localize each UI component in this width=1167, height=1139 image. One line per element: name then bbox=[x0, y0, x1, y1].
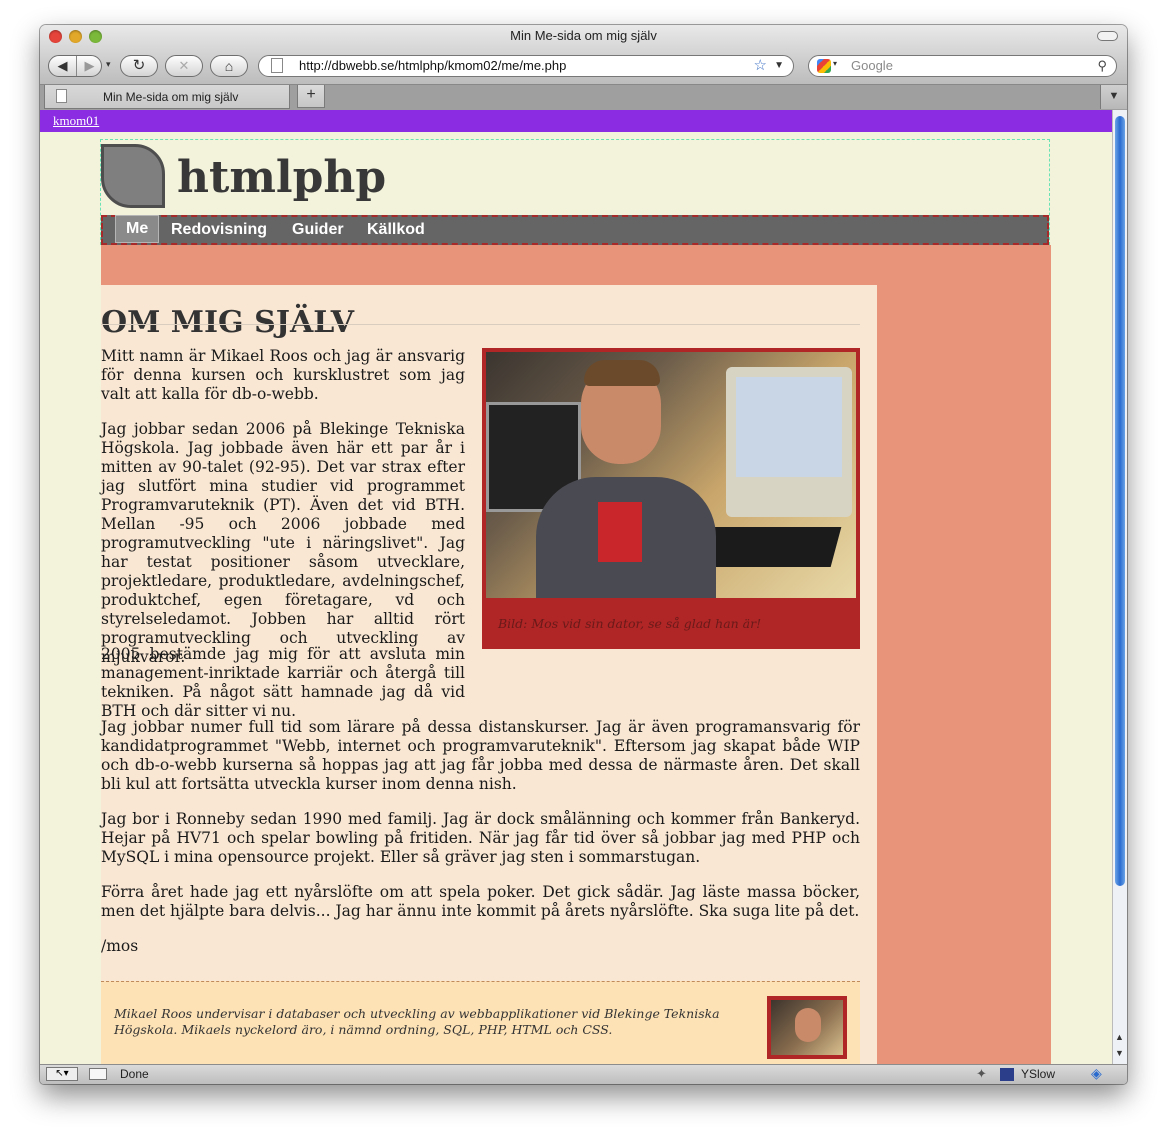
window-title: Min Me-sida om mig själv bbox=[510, 28, 657, 43]
paragraph-new-year: Förra året hade jag ett nyårslöfte om at… bbox=[101, 883, 860, 920]
status-panel-icon[interactable] bbox=[89, 1068, 107, 1080]
magnifier-icon[interactable]: ⚲ bbox=[1097, 56, 1107, 76]
tab-list-icon[interactable]: ▼ bbox=[1100, 85, 1127, 109]
url-bar[interactable]: http://dbwebb.se/htmlphp/kmom02/me/me.ph… bbox=[258, 55, 794, 77]
status-addon-icon[interactable]: ✦ bbox=[976, 1066, 987, 1082]
yslow-label[interactable]: YSlow bbox=[1021, 1067, 1055, 1081]
scrollbar-thumb[interactable] bbox=[1115, 116, 1125, 886]
status-bar: ↖▾ Done ✦ YSlow ◈ bbox=[40, 1064, 1127, 1084]
status-text: Done bbox=[120, 1067, 149, 1081]
search-engine-dropdown-icon[interactable]: ▾ bbox=[833, 59, 837, 68]
paragraph-intro: Mitt namn är Mikael Roos och jag är ansv… bbox=[101, 347, 465, 403]
photo-monitor-right bbox=[726, 367, 852, 517]
byline-text: Mikael Roos undervisar i databaser och u… bbox=[114, 1006, 720, 1037]
status-arrow-icon[interactable]: ↖▾ bbox=[46, 1067, 78, 1081]
tab-active[interactable]: Min Me-sida om mig själv bbox=[44, 85, 290, 109]
figure-caption: Bild: Mos vid sin dator, se så glad han … bbox=[498, 616, 762, 631]
history-dropdown-icon[interactable]: ▾ bbox=[106, 59, 111, 70]
vertical-scrollbar[interactable]: ▲ ▼ bbox=[1112, 110, 1127, 1064]
forward-icon: ▶ bbox=[84, 58, 95, 73]
article: OM MIG SJÄLV Bild: Mos vid sin dator, se… bbox=[101, 285, 877, 1064]
browser-titlebar: Min Me-sida om mig själv ◀ ▶ ▾ ↻ ✕ ⌂ htt… bbox=[40, 25, 1127, 110]
main-nav: Me Redovisning Guider Källkod bbox=[101, 215, 1049, 245]
page-viewport: kmom01 htmlphp Me Redovisning Guider Käl… bbox=[40, 110, 1112, 1064]
home-icon: ⌂ bbox=[224, 58, 234, 74]
tab-bar: Min Me-sida om mig själv + ▼ bbox=[40, 84, 1127, 110]
google-icon[interactable] bbox=[817, 59, 831, 73]
page-title: OM MIG SJÄLV bbox=[101, 305, 355, 341]
byline-photo-face bbox=[795, 1008, 821, 1042]
kmom-link[interactable]: kmom01 bbox=[53, 113, 99, 129]
profile-photo bbox=[486, 352, 856, 598]
stop-button[interactable]: ✕ bbox=[165, 55, 203, 77]
reload-icon: ↻ bbox=[132, 57, 146, 74]
back-forward-buttons: ◀ ▶ bbox=[48, 55, 102, 77]
stop-icon: ✕ bbox=[178, 58, 190, 73]
nav-item-kallkod[interactable]: Källkod bbox=[357, 217, 435, 243]
photo-monitor-screen bbox=[736, 377, 842, 477]
site-header: htmlphp Me Redovisning Guider Källkod bbox=[100, 139, 1050, 245]
nav-item-redovisning[interactable]: Redovisning bbox=[161, 217, 277, 243]
paragraph-career: Jag jobbar sedan 2006 på Blekinge Teknis… bbox=[101, 420, 465, 666]
paragraph-signature: /mos bbox=[101, 937, 139, 955]
profile-figure: Bild: Mos vid sin dator, se så glad han … bbox=[482, 348, 860, 649]
byline-photo-image bbox=[771, 1000, 843, 1055]
search-placeholder: Google bbox=[851, 58, 893, 73]
byline: Mikael Roos undervisar i databaser och u… bbox=[101, 981, 860, 1064]
forward-button[interactable]: ▶ bbox=[76, 56, 103, 76]
title-divider bbox=[101, 324, 860, 325]
back-button[interactable]: ◀ bbox=[49, 56, 77, 76]
nav-item-me[interactable]: Me bbox=[115, 215, 160, 243]
new-tab-button[interactable]: + bbox=[297, 85, 325, 108]
toolbar-toggle-button[interactable] bbox=[1097, 31, 1118, 41]
admin-strip: kmom01 bbox=[40, 110, 1112, 132]
paragraph-2005: 2005 bestämde jag mig för att avsluta mi… bbox=[101, 645, 465, 720]
byline-photo bbox=[767, 996, 847, 1059]
bookmark-star-icon[interactable]: ☆ bbox=[754, 56, 767, 76]
page-icon bbox=[271, 58, 283, 73]
status-globe-icon[interactable]: ◈ bbox=[1091, 1065, 1102, 1082]
photo-person-hair bbox=[584, 360, 660, 386]
back-icon: ◀ bbox=[57, 58, 68, 73]
browser-window: Min Me-sida om mig själv ◀ ▶ ▾ ↻ ✕ ⌂ htt… bbox=[40, 25, 1127, 1084]
site-logo-icon[interactable] bbox=[101, 144, 165, 208]
scroll-down-icon[interactable]: ▼ bbox=[1115, 1048, 1124, 1058]
nav-item-guider[interactable]: Guider bbox=[282, 217, 354, 243]
tab-title: Min Me-sida om mig själv bbox=[103, 90, 239, 104]
tab-page-icon bbox=[56, 89, 67, 103]
paragraph-home: Jag bor i Ronneby sedan 1990 med familj.… bbox=[101, 810, 860, 866]
url-dropdown-icon[interactable]: ▼ bbox=[774, 56, 784, 76]
reload-button[interactable]: ↻ bbox=[120, 55, 158, 77]
yslow-icon[interactable] bbox=[1000, 1068, 1014, 1081]
paragraph-teaching: Jag jobbar numer full tid som lärare på … bbox=[101, 718, 860, 793]
photo-person-shirt bbox=[598, 502, 642, 562]
search-bar[interactable]: ▾ Google ⚲ bbox=[808, 55, 1117, 77]
site-title[interactable]: htmlphp bbox=[177, 152, 386, 203]
home-button[interactable]: ⌂ bbox=[210, 55, 248, 77]
scroll-up-icon[interactable]: ▲ bbox=[1115, 1032, 1124, 1042]
url-text[interactable]: http://dbwebb.se/htmlphp/kmom02/me/me.ph… bbox=[299, 56, 566, 76]
